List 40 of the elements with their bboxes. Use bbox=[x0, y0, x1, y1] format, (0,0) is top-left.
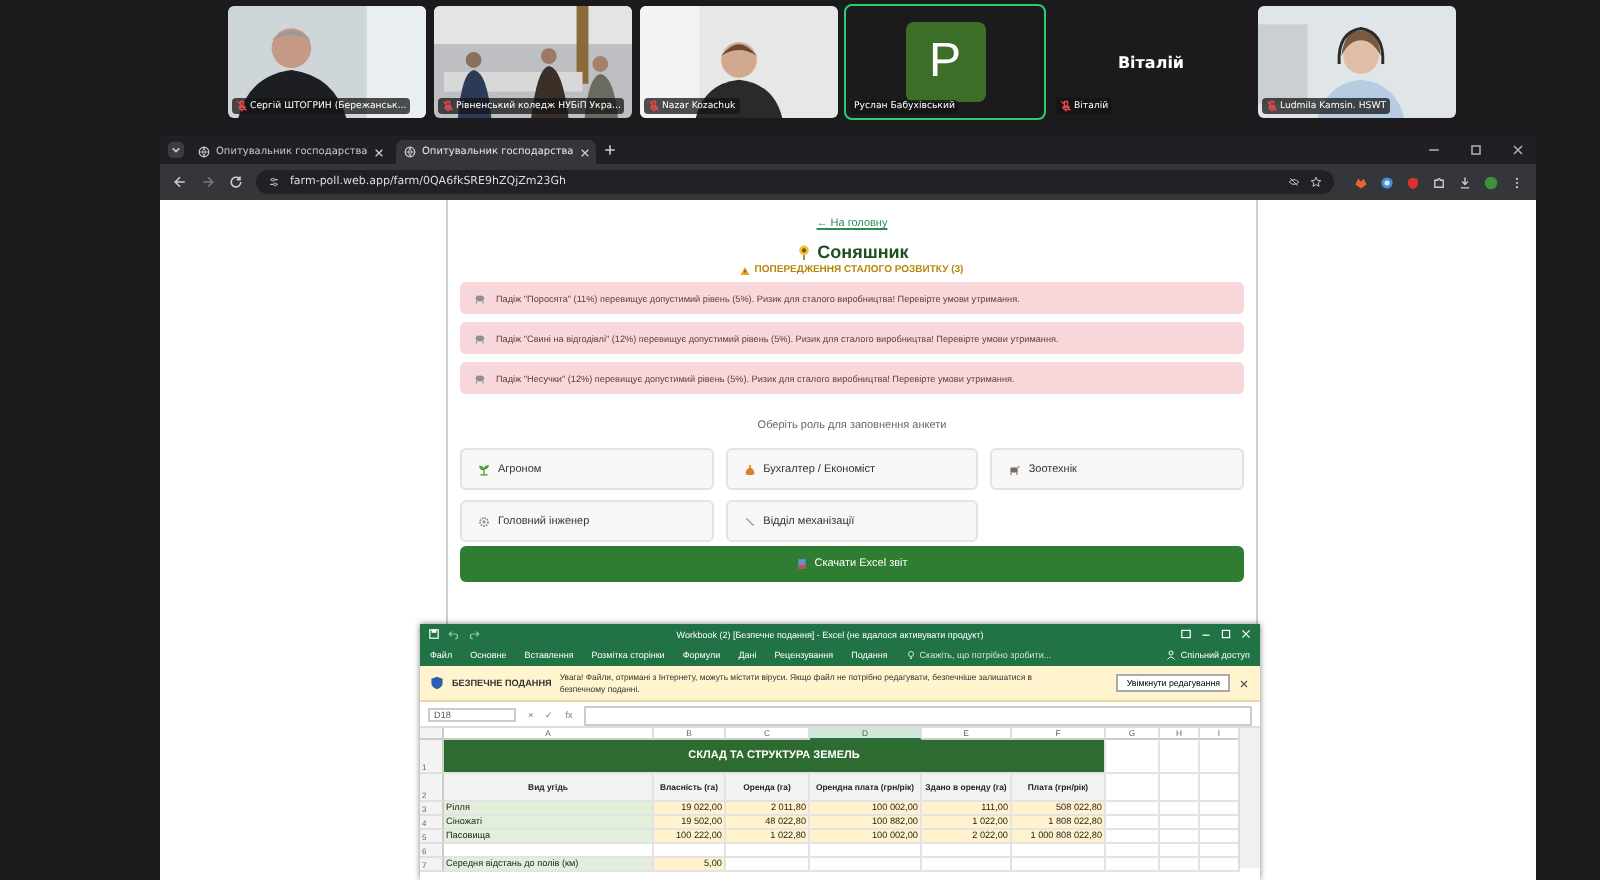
table-cell bbox=[1106, 740, 1160, 774]
close-icon[interactable] bbox=[1238, 677, 1250, 689]
forward-icon[interactable] bbox=[200, 174, 216, 190]
table-cell bbox=[1106, 774, 1160, 802]
formula-input[interactable] bbox=[584, 705, 1252, 725]
shield-icon bbox=[430, 676, 444, 690]
new-tab-icon[interactable] bbox=[602, 142, 618, 158]
person-icon bbox=[1166, 650, 1177, 660]
reload-icon[interactable] bbox=[228, 174, 244, 190]
lightbulb-icon bbox=[905, 650, 916, 660]
download-icon[interactable] bbox=[1458, 175, 1472, 189]
redo-icon[interactable] bbox=[468, 628, 480, 640]
close-icon[interactable] bbox=[1510, 142, 1526, 158]
sunflower-icon bbox=[795, 244, 812, 260]
ribbon-options-icon[interactable] bbox=[1180, 628, 1192, 640]
globe-icon bbox=[404, 146, 416, 158]
cow-icon bbox=[1008, 463, 1021, 475]
gear-icon bbox=[478, 515, 490, 527]
avatar-initial: P bbox=[905, 22, 985, 102]
globe-icon bbox=[198, 146, 210, 158]
back-icon[interactable] bbox=[172, 174, 188, 190]
profile-avatar[interactable] bbox=[1484, 175, 1498, 189]
pig-icon bbox=[474, 292, 486, 304]
pig-icon bbox=[474, 332, 486, 344]
file-icon bbox=[796, 558, 809, 570]
money-bag-icon bbox=[743, 463, 756, 475]
warning-icon bbox=[740, 265, 751, 275]
extensions-icon[interactable] bbox=[1432, 175, 1446, 189]
page-title: Соняшник bbox=[817, 242, 909, 262]
pig-icon bbox=[474, 372, 486, 384]
undo-icon[interactable] bbox=[448, 628, 460, 640]
seedling-icon bbox=[478, 463, 490, 475]
maximize-icon[interactable] bbox=[1468, 142, 1484, 158]
site-settings-icon[interactable] bbox=[268, 176, 280, 188]
save-icon[interactable] bbox=[428, 628, 440, 640]
eye-slash-icon[interactable] bbox=[1288, 176, 1300, 188]
star-icon[interactable] bbox=[1310, 176, 1322, 188]
participant-name: Віталій bbox=[1117, 53, 1185, 71]
tab-list-icon[interactable] bbox=[168, 142, 184, 158]
scrollbar[interactable] bbox=[1238, 728, 1260, 868]
